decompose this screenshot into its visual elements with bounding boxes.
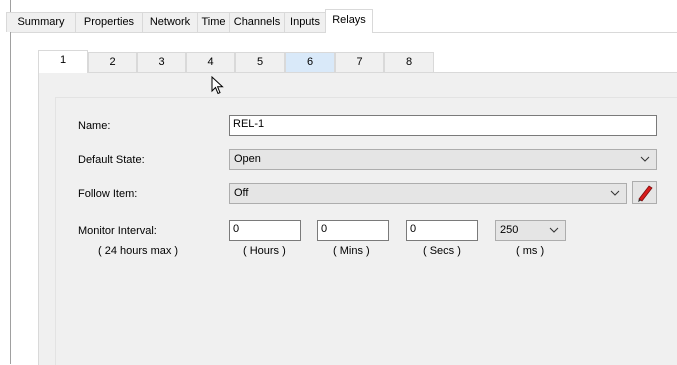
- tab-network[interactable]: Network: [142, 12, 198, 32]
- mouse-pointer-icon: [211, 76, 224, 95]
- edit-follow-item-button[interactable]: [632, 181, 657, 204]
- relay-tab-6[interactable]: 6: [285, 52, 335, 72]
- relay-tab-8[interactable]: 8: [384, 52, 434, 72]
- tab-relays[interactable]: Relays: [325, 9, 373, 33]
- hours-label: ( Hours ): [243, 245, 286, 257]
- mins-input[interactable]: 0: [317, 220, 389, 241]
- hours-input[interactable]: 0: [229, 220, 301, 241]
- tab-summary[interactable]: Summary: [6, 12, 76, 32]
- relay-tab-3[interactable]: 3: [137, 52, 186, 72]
- relay-tab-2[interactable]: 2: [88, 52, 137, 72]
- monitor-interval-label: Monitor Interval:: [78, 225, 157, 237]
- chevron-down-icon: [610, 190, 620, 196]
- secs-label: ( Secs ): [423, 245, 461, 257]
- ms-value: 250: [500, 224, 519, 236]
- name-label: Name:: [78, 120, 111, 132]
- follow-item-select[interactable]: Off: [229, 183, 627, 204]
- mins-label: ( Mins ): [333, 245, 370, 257]
- chevron-down-icon: [549, 227, 559, 233]
- follow-item-value: Off: [234, 187, 249, 199]
- name-input[interactable]: REL-1: [229, 115, 657, 136]
- pencil-icon: [638, 185, 653, 202]
- ms-select[interactable]: 250: [495, 220, 566, 241]
- tab-properties[interactable]: Properties: [75, 12, 143, 32]
- tab-channels[interactable]: Channels: [229, 12, 285, 32]
- relay-tab-4[interactable]: 4: [186, 52, 235, 72]
- default-state-label: Default State:: [78, 154, 145, 166]
- default-state-value: Open: [234, 153, 261, 165]
- secs-input[interactable]: 0: [406, 220, 478, 241]
- default-state-select[interactable]: Open: [229, 149, 657, 170]
- relay-tab-5[interactable]: 5: [235, 52, 285, 72]
- monitor-interval-note: ( 24 hours max ): [98, 245, 179, 257]
- tab-time[interactable]: Time: [197, 12, 230, 32]
- relay-tab-7[interactable]: 7: [335, 52, 384, 72]
- relay-tab-1[interactable]: 1: [38, 50, 88, 73]
- tab-inputs[interactable]: Inputs: [284, 12, 326, 32]
- chevron-down-icon: [640, 156, 650, 162]
- follow-item-label: Follow Item:: [78, 188, 138, 200]
- ms-label: ( ms ): [516, 245, 545, 257]
